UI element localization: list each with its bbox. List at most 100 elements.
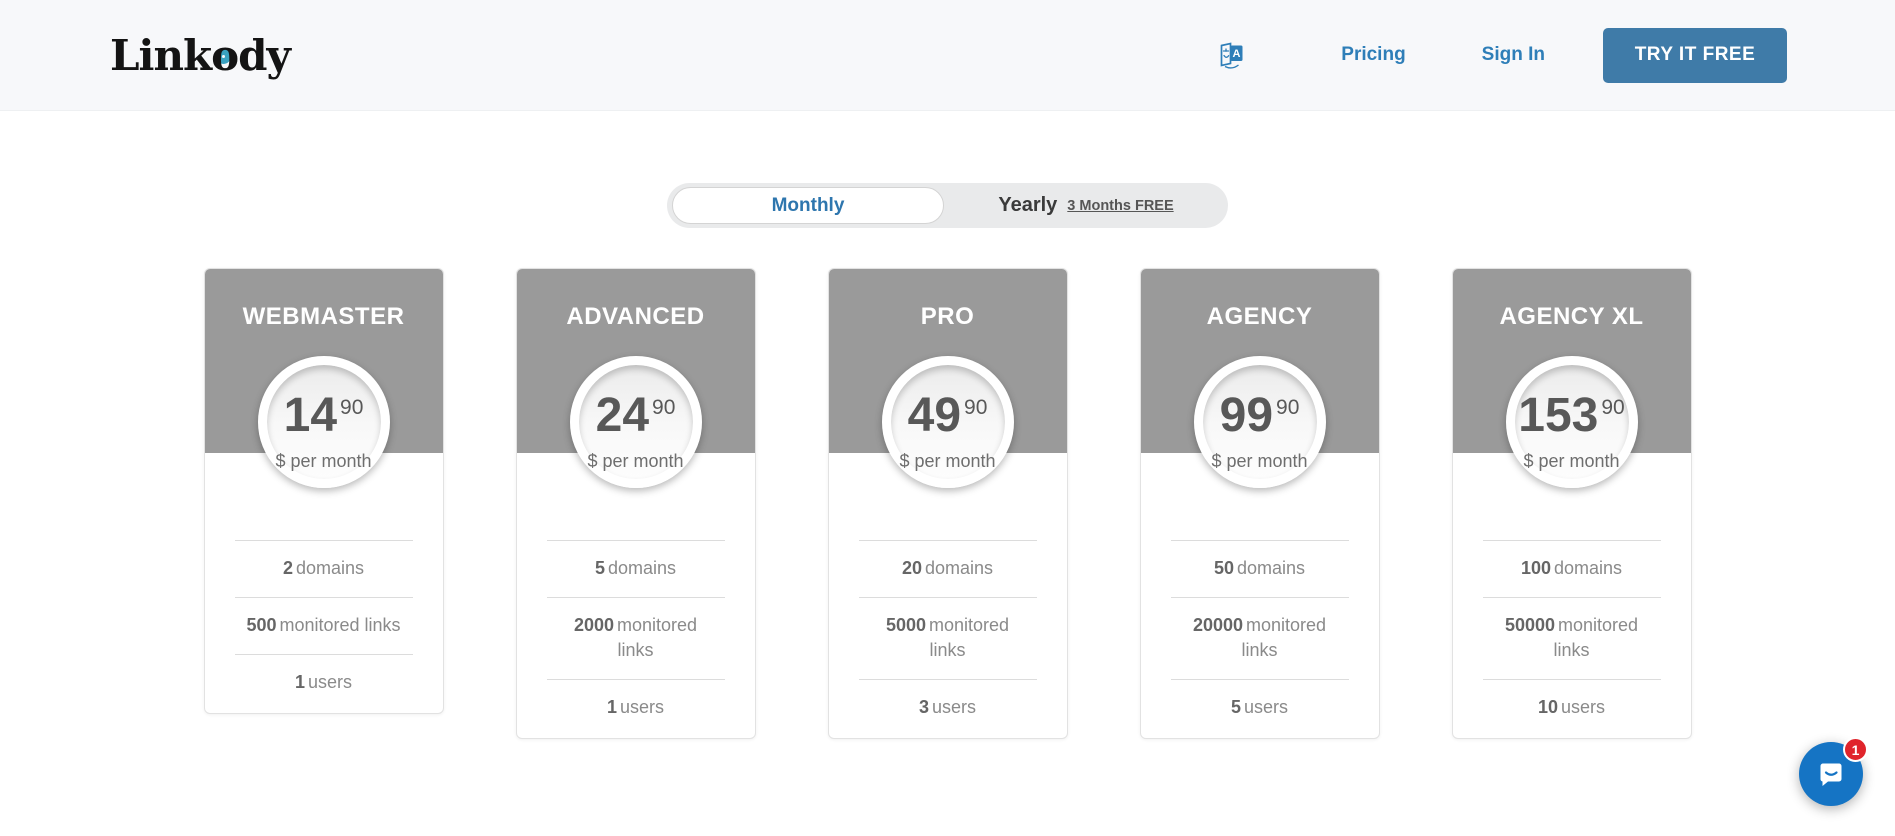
price-unit: $ per month: [587, 450, 684, 471]
domains-value: 5: [594, 558, 605, 578]
monthly-label: Monthly: [771, 194, 845, 216]
yearly-label: Yearly: [998, 194, 1058, 216]
feature-users: 10 users: [1482, 679, 1661, 736]
domains-label: domains: [295, 558, 365, 578]
links-value: 5000: [885, 615, 926, 635]
toggle-option-monthly[interactable]: Monthly: [672, 187, 944, 224]
price-major: 99: [1219, 388, 1274, 442]
linkody-logo[interactable]: Linkody: [110, 30, 291, 80]
links-value: 50000: [1504, 615, 1555, 635]
price-circle: 49 90 $ per month: [881, 356, 1014, 488]
nav-pricing-link[interactable]: Pricing: [1341, 44, 1405, 66]
plan-name: AGENCY XL: [1499, 303, 1644, 330]
price-minor: 90: [1601, 395, 1625, 419]
feature-domains: 50 domains: [1170, 540, 1349, 597]
links-label: monitored links: [1241, 615, 1327, 660]
feature-domains: 100 domains: [1482, 540, 1661, 597]
links-value: 20000: [1192, 615, 1243, 635]
price: 99 90: [1220, 385, 1300, 450]
chat-bubble-icon: [1820, 763, 1842, 786]
feature-monitored-links: 20000 monitored links: [1170, 597, 1349, 679]
domains-value: 50: [1213, 558, 1234, 578]
chat-launcher-button[interactable]: 1: [1799, 737, 1868, 806]
links-value: 500: [246, 615, 277, 635]
users-value: 1: [294, 672, 305, 692]
billing-period-toggle: Monthly Yearly 3 Months FREE: [667, 183, 1228, 228]
price: 14 90: [284, 385, 364, 450]
feature-users: 1 users: [234, 654, 413, 711]
price: 49 90: [908, 385, 988, 450]
users-value: 1: [606, 697, 617, 717]
plan-features: 50 domains 20000 monitored links 5 users: [1141, 540, 1379, 738]
plan-name: AGENCY: [1206, 303, 1313, 330]
plan-features: 20 domains 5000 monitored links 3 users: [829, 540, 1067, 738]
users-label: users: [1244, 697, 1289, 717]
feature-domains: 2 domains: [234, 540, 413, 597]
price-unit: $ per month: [899, 450, 996, 471]
header-nav: A Pricing Sign In TRY IT FREE: [1218, 27, 1787, 83]
feature-monitored-links: 5000 monitored links: [858, 597, 1037, 679]
price-circle: 99 90 $ per month: [1193, 356, 1326, 488]
price-circle: 24 90 $ per month: [569, 356, 702, 488]
pricing-card-agency-xl: AGENCY XL 153 90 $ per month 100 domains 5…: [1451, 268, 1692, 739]
pricing-card-pro: PRO 49 90 $ per month 20 domains 5000 monit…: [827, 268, 1068, 739]
price-major: 49: [907, 388, 962, 442]
plan-name: PRO: [920, 303, 975, 330]
unread-count-badge: 1: [1843, 737, 1868, 762]
toggle-option-yearly[interactable]: Yearly 3 Months FREE: [944, 194, 1228, 217]
domains-value: 20: [901, 558, 922, 578]
price-major: 153: [1518, 388, 1599, 442]
users-label: users: [308, 672, 353, 692]
domains-value: 100: [1520, 558, 1551, 578]
domains-label: domains: [924, 558, 994, 578]
feature-users: 3 users: [858, 679, 1037, 736]
users-value: 10: [1537, 697, 1558, 717]
logo-text: Linkody: [110, 30, 291, 80]
price: 24 90: [596, 385, 676, 450]
price-major: 24: [595, 388, 650, 442]
feature-monitored-links: 2000 monitored links: [546, 597, 725, 679]
price-minor: 90: [340, 395, 364, 419]
pricing-card-advanced: ADVANCED 24 90 $ per month 5 domains 2000 m…: [515, 268, 756, 739]
domains-value: 2: [282, 558, 293, 578]
pricing-card-webmaster: WEBMASTER 14 90 $ per month 2 domains 500 m…: [203, 268, 444, 714]
price-minor: 90: [1276, 395, 1300, 419]
users-label: users: [620, 697, 665, 717]
language-selector[interactable]: A: [1218, 40, 1245, 70]
price-major: 14: [283, 388, 338, 442]
feature-monitored-links: 50000 monitored links: [1482, 597, 1661, 679]
users-label: users: [932, 697, 977, 717]
links-label: monitored links: [1553, 615, 1639, 660]
links-value: 2000: [573, 615, 614, 635]
domains-label: domains: [1554, 558, 1623, 578]
translate-icon: A: [1220, 42, 1243, 69]
price-circle: 153 90 $ per month: [1505, 356, 1638, 488]
try-it-free-button[interactable]: TRY IT FREE: [1603, 27, 1787, 83]
feature-domains: 5 domains: [546, 540, 725, 597]
price-minor: 90: [652, 395, 676, 419]
plan-name: WEBMASTER: [242, 303, 405, 330]
links-label: monitored links: [617, 615, 698, 660]
price-unit: $ per month: [275, 450, 372, 471]
users-value: 3: [918, 697, 929, 717]
plan-features: 100 domains 50000 monitored links 10 users: [1453, 540, 1691, 738]
links-label: monitored links: [929, 615, 1010, 660]
top-navigation-bar: Linkody A Pricing Sign In TRY IT FREE: [0, 0, 1895, 111]
feature-users: 1 users: [546, 679, 725, 736]
links-label: monitored links: [279, 615, 401, 635]
price: 153 90: [1518, 385, 1624, 450]
plan-name: ADVANCED: [566, 303, 705, 330]
domains-label: domains: [607, 558, 677, 578]
yearly-discount-badge[interactable]: 3 Months FREE: [1067, 198, 1173, 214]
price-circle: 14 90 $ per month: [257, 356, 390, 488]
feature-domains: 20 domains: [858, 540, 1037, 597]
pricing-cards-row: WEBMASTER 14 90 $ per month 2 domains 500 m…: [0, 268, 1895, 739]
plan-features: 5 domains 2000 monitored links 1 users: [517, 540, 755, 738]
billing-period-section: Monthly Yearly 3 Months FREE: [0, 183, 1895, 228]
nav-sign-in-link[interactable]: Sign In: [1482, 44, 1545, 66]
pricing-card-agency: AGENCY 99 90 $ per month 50 domains 20000 m…: [1139, 268, 1380, 739]
price-unit: $ per month: [1523, 450, 1620, 471]
feature-monitored-links: 500 monitored links: [234, 597, 413, 654]
svg-text:A: A: [1233, 48, 1241, 60]
price-unit: $ per month: [1211, 450, 1308, 471]
